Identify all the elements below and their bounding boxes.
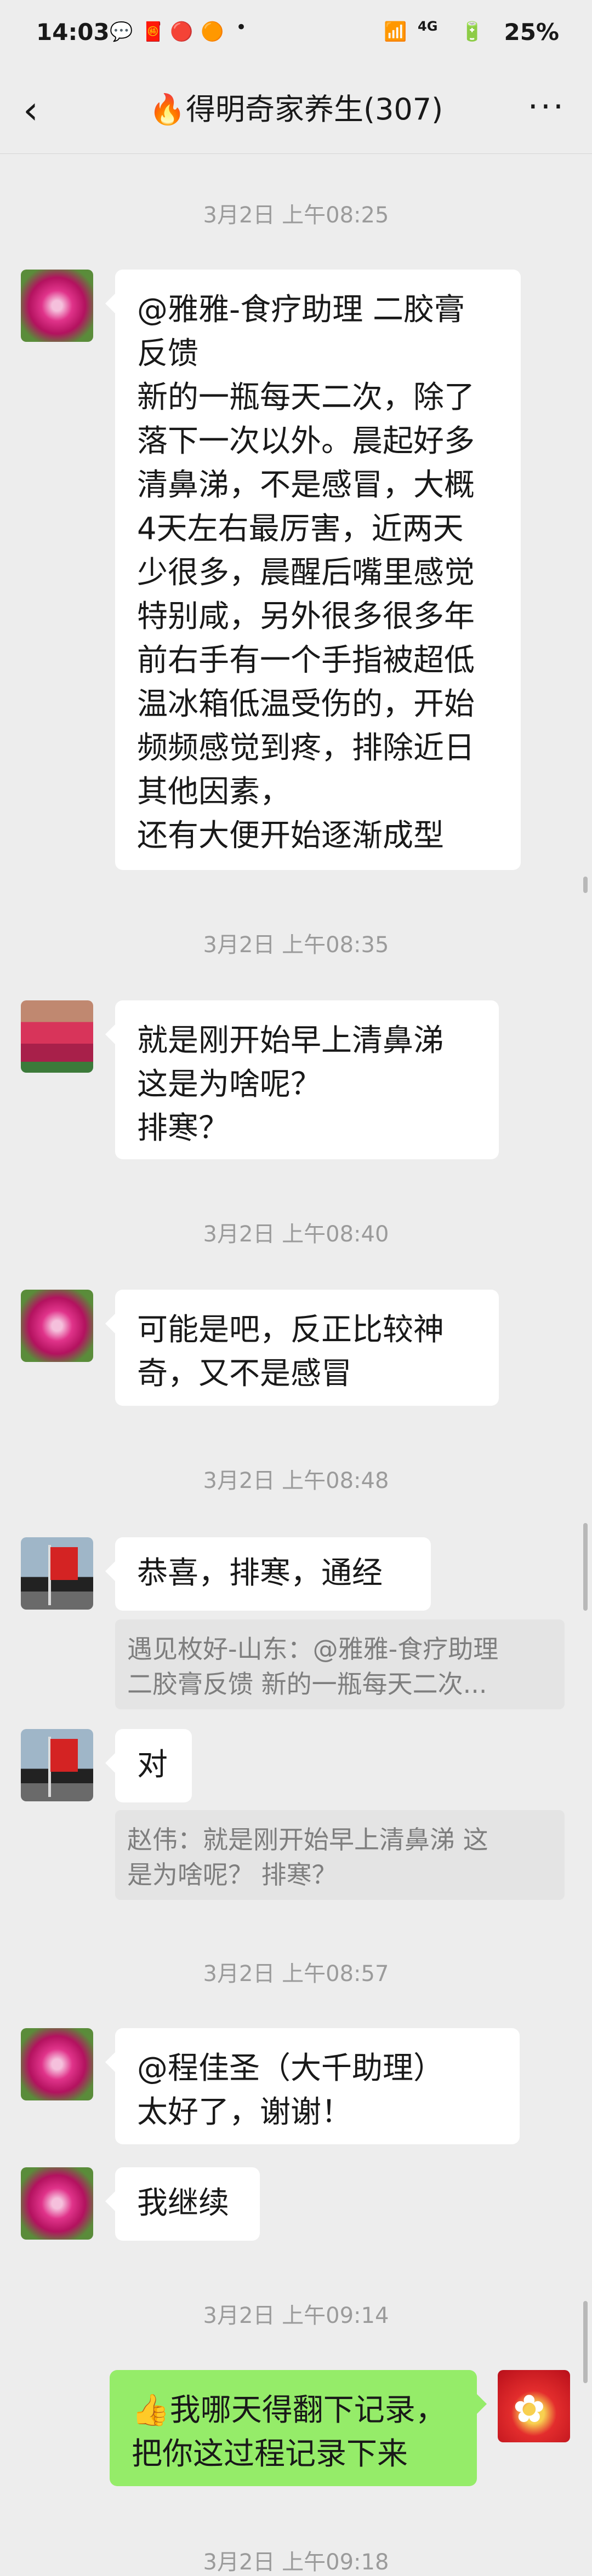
chat-title: 🔥得明奇家养生(307) — [149, 92, 443, 127]
scrollbar-marker[interactable] — [583, 2301, 588, 2383]
avatar[interactable] — [21, 1290, 93, 1362]
avatar[interactable] — [21, 1000, 93, 1073]
battery-percent: 25% — [504, 19, 559, 45]
battery-icon: 🔋 — [460, 21, 484, 43]
flag-icon — [50, 1739, 78, 1772]
my-avatar[interactable]: ✿ — [498, 2370, 570, 2442]
status-time: 14:03 — [36, 19, 110, 45]
app-notification-icon: 🔴 — [170, 21, 193, 43]
timestamp: 3月2日 上午09:14 — [203, 2303, 389, 2328]
network-type: 4G — [418, 19, 438, 34]
avatar[interactable] — [21, 1729, 93, 1801]
message-bubble[interactable]: 我继续 — [105, 2167, 260, 2241]
wechat-icon: 💬 — [110, 21, 133, 43]
message-bubble[interactable]: 可能是吧，反正比较神 奇，又不是感冒 — [105, 1290, 499, 1406]
scrollbar-marker[interactable] — [583, 1523, 588, 1611]
app-notification-icon-2: 🟠 — [201, 21, 224, 43]
my-message-bubble[interactable]: 👍我哪天得翻下记录， 把你这过程记录下来 — [110, 2370, 487, 2486]
timestamp: 3月2日 上午08:35 — [203, 932, 389, 958]
dot-icon: • — [236, 16, 247, 38]
quoted-message[interactable]: 遇见枚好-山东：@雅雅-食疗助理 二胶膏反馈 新的一瓶每天二次... — [115, 1619, 565, 1709]
scrollbar-marker[interactable] — [583, 877, 588, 893]
brand-logo-icon: ✿ — [513, 2386, 545, 2431]
timestamp: 3月2日 上午08:57 — [203, 1961, 389, 1987]
flag-icon — [50, 1547, 78, 1580]
avatar[interactable] — [21, 270, 93, 342]
avatar[interactable] — [21, 2167, 93, 2240]
red-envelope-icon: 🧧 — [141, 21, 165, 43]
message-bubble[interactable]: 恭喜，排寒，通经 — [105, 1537, 431, 1611]
timestamp: 3月2日 上午08:48 — [203, 1468, 389, 1493]
chat-header: ‹ 🔥得明奇家养生(307) ··· — [0, 66, 592, 154]
message-bubble[interactable]: 对 — [105, 1729, 192, 1802]
quoted-message[interactable]: 赵伟：就是刚开始早上清鼻涕 这 是为啥呢？ 排寒？ — [115, 1810, 565, 1900]
timestamp: 3月2日 上午08:25 — [203, 203, 389, 228]
message-bubble[interactable]: @雅雅-食疗助理 二胶膏 反馈 新的一瓶每天二次，除了 落下一次以外。晨起好多 … — [105, 270, 521, 870]
message-bubble[interactable]: 就是刚开始早上清鼻涕 这是为啥呢？ 排寒？ — [105, 1000, 499, 1159]
timestamp: 3月2日 上午09:18 — [203, 2550, 389, 2575]
message-bubble[interactable]: @程佳圣（大千助理） 太好了，谢谢！ — [105, 2028, 520, 2144]
wifi-icon: 📶 — [384, 21, 407, 43]
timestamp: 3月2日 上午08:40 — [203, 1222, 389, 1247]
more-dots-icon[interactable]: ··· — [528, 88, 566, 126]
avatar[interactable] — [21, 2028, 93, 2100]
status-bar: 14:03 💬 🧧 🔴 🟠 • 📶 4G 🔋 25% — [0, 0, 592, 66]
avatar[interactable] — [21, 1537, 93, 1610]
